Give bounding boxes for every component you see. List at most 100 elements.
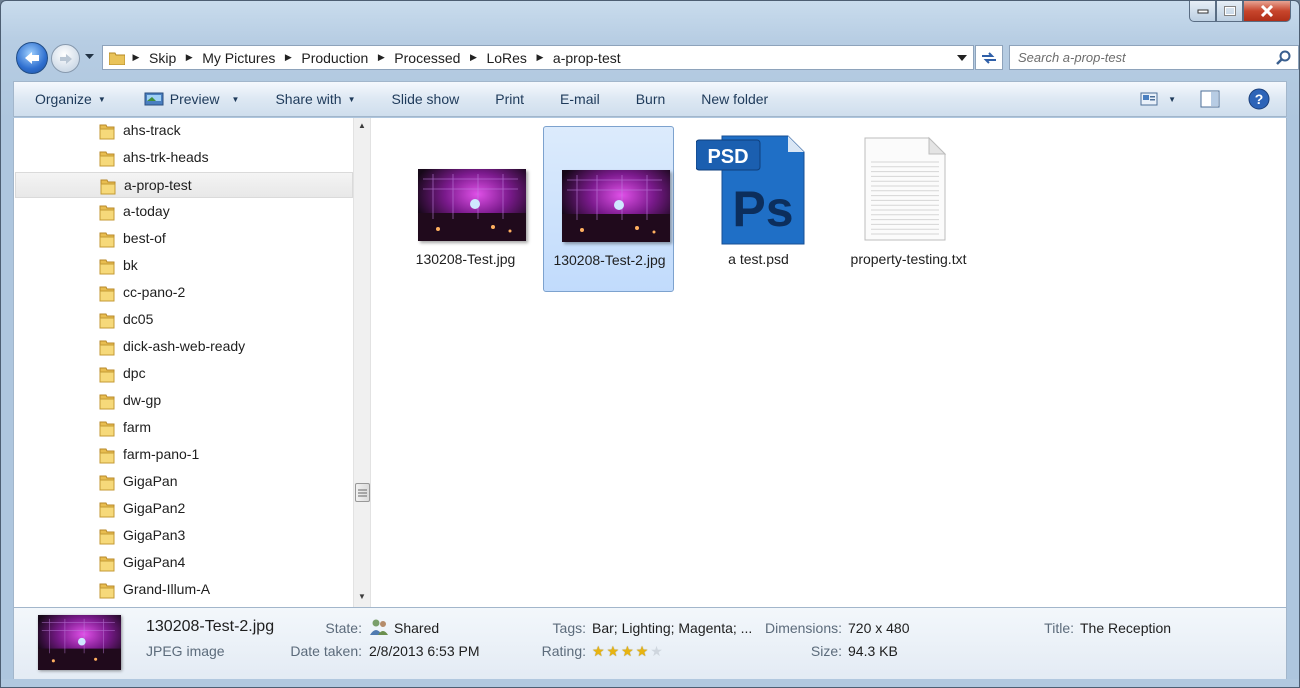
slide-show-button[interactable]: Slide show [392, 91, 460, 107]
forward-button[interactable] [51, 44, 80, 73]
print-button[interactable]: Print [495, 91, 524, 107]
chevron-down-icon: ▼ [231, 94, 240, 104]
change-view-icon[interactable] [1140, 91, 1158, 107]
scroll-down-icon[interactable]: ▼ [358, 592, 366, 601]
minimize-button[interactable] [1189, 1, 1216, 22]
help-icon[interactable]: ? [1248, 88, 1270, 110]
recent-pages-dropdown-icon[interactable] [85, 54, 94, 60]
tree-item[interactable]: a-today [15, 199, 353, 225]
scroll-up-icon[interactable]: ▲ [358, 121, 366, 130]
tree-item[interactable]: ahs-trk-heads [15, 145, 353, 171]
close-button[interactable] [1243, 1, 1291, 22]
star-icon[interactable]: ★ [592, 643, 605, 660]
back-button[interactable] [16, 42, 48, 74]
details-thumbnail [38, 615, 121, 670]
address-bar[interactable]: ▶ Skip ▶ My Pictures ▶ Production ▶ Proc… [102, 45, 974, 70]
search-icon[interactable] [1276, 50, 1292, 66]
file-item[interactable]: 130208-Test-2.jpg [543, 126, 674, 292]
file-item[interactable]: property-testing.txt [843, 126, 974, 292]
breadcrumb-separator-icon[interactable]: ▶ [182, 52, 196, 63]
breadcrumb-my-pictures[interactable]: My Pictures [196, 50, 281, 66]
refresh-icon [982, 51, 996, 64]
folder-icon [99, 394, 115, 410]
tree-item[interactable]: GigaPan4 [15, 550, 353, 576]
preview-pane-icon[interactable] [1200, 90, 1220, 108]
tree-item[interactable]: farm [15, 415, 353, 441]
tree-item[interactable]: dick-ash-web-ready [15, 334, 353, 360]
state-value: Shared [394, 620, 440, 636]
more-options-icon[interactable]: ▼ [1168, 95, 1176, 104]
navigation-scrollbar[interactable]: ▲ ▼ [353, 118, 371, 607]
rating-stars[interactable]: ★ ★ ★ ★ ★ [592, 643, 665, 660]
star-icon[interactable]: ★ [607, 643, 620, 660]
burn-button[interactable]: Burn [636, 91, 666, 107]
breadcrumb-lores[interactable]: LoRes [480, 50, 532, 66]
breadcrumb-separator-icon[interactable]: ▶ [374, 52, 388, 63]
folder-icon [99, 367, 115, 383]
tree-item-label: a-today [123, 203, 170, 219]
folder-icon-wrap [99, 338, 115, 359]
text-file-icon [864, 136, 947, 241]
caption-buttons [1189, 1, 1291, 22]
search-input[interactable] [1010, 50, 1260, 65]
folder-icon [99, 313, 115, 329]
forward-arrow-icon [59, 53, 72, 64]
navigation-pane: ahs-track ahs-trk-heads a-prop-test a-today… [14, 118, 353, 607]
breadcrumb-separator-icon[interactable]: ▶ [129, 52, 143, 63]
tree-item[interactable]: dc05 [15, 307, 353, 333]
tree-item[interactable]: GigaPan3 [15, 523, 353, 549]
file-item[interactable]: PSD Ps a test.psd [693, 126, 824, 292]
breadcrumb-processed[interactable]: Processed [388, 50, 466, 66]
file-item[interactable]: 130208-Test.jpg [400, 126, 531, 292]
window-bottom-edge [1, 679, 1299, 687]
scrollbar-thumb[interactable] [355, 483, 370, 502]
star-icon[interactable]: ★ [650, 643, 663, 660]
star-icon[interactable]: ★ [636, 643, 649, 660]
tree-item[interactable]: bk [15, 253, 353, 279]
tree-item[interactable]: a-prop-test [15, 172, 353, 198]
file-list: 130208-Test.jpg 130208-Test-2.jpg PSD Ps… [373, 118, 1286, 607]
organize-menu[interactable]: Organize ▼ [35, 91, 106, 107]
state-label: State: [325, 620, 362, 636]
folder-icon [99, 286, 115, 302]
main-area: ahs-track ahs-trk-heads a-prop-test a-today… [13, 118, 1287, 607]
folder-icon [99, 475, 115, 491]
maximize-button[interactable] [1216, 1, 1243, 22]
view-controls: ▼ ? [1140, 88, 1270, 110]
preview-menu[interactable]: Preview ▼ [144, 91, 240, 107]
folder-icon-wrap [100, 177, 116, 198]
breadcrumb-separator-icon[interactable]: ▶ [466, 52, 480, 63]
tags-value[interactable]: Bar; Lighting; Magenta; ... [592, 620, 752, 636]
tree-item[interactable]: farm-pano-1 [15, 442, 353, 468]
breadcrumb-separator-icon[interactable]: ▶ [281, 52, 295, 63]
email-label: E-mail [560, 91, 600, 107]
folder-icon [99, 421, 115, 437]
tree-item-label: GigaPan [123, 473, 178, 489]
star-icon[interactable]: ★ [621, 643, 634, 660]
file-name: a test.psd [728, 251, 789, 267]
tree-item[interactable]: best-of [15, 226, 353, 252]
breadcrumb-separator-icon[interactable]: ▶ [533, 52, 547, 63]
tree-item[interactable]: GigaPan [15, 469, 353, 495]
tree-item-label: GigaPan3 [123, 527, 186, 543]
tree-item[interactable]: dw-gp [15, 388, 353, 414]
new-folder-button[interactable]: New folder [701, 91, 768, 107]
title-value[interactable]: The Reception [1080, 620, 1171, 636]
email-button[interactable]: E-mail [560, 91, 600, 107]
refresh-button[interactable] [975, 45, 1003, 70]
tree-item[interactable]: dpc [15, 361, 353, 387]
svg-text:PSD: PSD [707, 146, 748, 168]
breadcrumb-a-prop-test[interactable]: a-prop-test [547, 50, 627, 66]
breadcrumb-skip[interactable]: Skip [143, 50, 182, 66]
folder-icon [99, 205, 115, 221]
address-history-dropdown-icon[interactable] [957, 55, 967, 61]
maximize-icon [1223, 6, 1236, 16]
share-with-menu[interactable]: Share with ▼ [275, 91, 355, 107]
folder-icon-wrap [99, 365, 115, 386]
breadcrumb-production[interactable]: Production [295, 50, 374, 66]
tree-item[interactable]: GigaPan2 [15, 496, 353, 522]
tree-item[interactable]: Grand-Illum-A [15, 577, 353, 603]
dimensions-label: Dimensions: [764, 620, 842, 636]
tree-item[interactable]: ahs-track [15, 118, 353, 144]
tree-item[interactable]: cc-pano-2 [15, 280, 353, 306]
